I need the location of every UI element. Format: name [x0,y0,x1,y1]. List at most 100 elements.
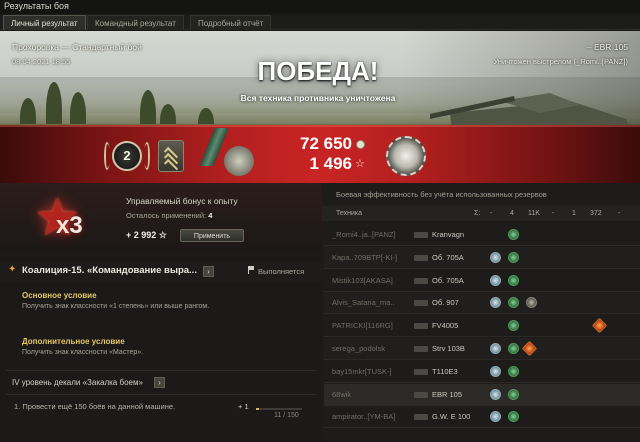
damage-assist-icon[interactable] [508,411,519,423]
battle-datetime: 08.04.2021 18:55 [12,57,71,66]
col-stat-4: - [552,210,555,217]
table-row[interactable]: Kapa..709BTP[-KI-] Об. 705А [324,246,640,269]
extra-condition-text: Получить знак классности «Мастер». [22,349,144,356]
gear-medal-icon[interactable] [386,136,426,176]
decal-title: IV уровень декали «Закалка боем» [12,378,143,387]
col-stat-3: 11K [528,210,540,217]
table-row[interactable]: PATRICKI[116RG] FV4005 [324,315,640,338]
extra-condition-title: Дополнительное условие [22,337,125,346]
rank-chevron-icon[interactable] [158,140,184,174]
bonus-value-text: + 2 992 [126,230,157,240]
table-row[interactable]: _Romi4..ja..[PANZ] Kranvagn [324,224,640,246]
tank-name: Strv 103B [432,344,465,353]
divider [6,394,316,395]
tank-icon [414,300,428,307]
col-stat-7: - [618,210,621,217]
damage-assist-icon[interactable] [508,251,519,263]
tank-icon [414,368,428,375]
table-row[interactable]: Alvis_Satana_ma.. Об. 907 [324,292,640,315]
damage-assist-icon[interactable] [508,274,519,286]
spotting-icon[interactable] [490,251,501,263]
tank-icon [414,391,428,398]
table-row[interactable]: 68wik EBR 105 [324,383,640,406]
task-progress-count: 11 / 150 [274,412,299,419]
tank-name: EBR 105 [432,389,463,399]
decal-open-button[interactable]: › [154,377,165,388]
col-stat-6: 372 [590,210,602,217]
tank-name: Kranvagn [432,230,465,239]
window-title: Результаты боя [4,1,69,11]
task-progress-fill [256,408,260,410]
achievement-medal-icon[interactable] [224,146,254,176]
damage-assist-icon[interactable] [508,343,519,354]
tab-team-result[interactable]: Командный результат [87,15,184,30]
damage-assist-icon[interactable] [508,320,519,332]
task-progress-bar [256,408,302,410]
damage-assist-icon[interactable] [508,229,519,240]
task-plus: + 1 [238,402,249,411]
spotting-icon[interactable] [490,274,501,286]
battle-results-window: Результаты боя Личный результат Командны… [0,0,640,442]
tab-detailed-report[interactable]: Подробный отчёт [190,15,272,30]
damage-assist-icon[interactable] [508,297,519,309]
bonus-value: + 2 992 ☆ [126,230,167,241]
damage-assist-icon[interactable] [508,388,519,400]
credits-icon [356,140,365,149]
battle-result-title: ПОБЕДА! [257,56,379,86]
blocked-icon[interactable] [526,297,537,309]
table-row[interactable]: serega_podolsk Strv 103B [324,338,640,360]
tank-icon [414,346,428,352]
tank-icon [414,323,428,330]
xp-star-icon: ☆ [355,158,365,170]
tank-name: T110E3 [432,366,458,376]
flag-icon [248,266,254,274]
table-row[interactable]: bay15mkr[TUSK-] T110E3 [324,361,640,383]
battle-result-subtitle: Вся техника противника уничтожена [240,93,396,103]
campaign-open-button[interactable]: › [203,266,214,277]
divider [6,370,316,371]
tank-name: FV4005 [432,321,459,331]
spotting-icon[interactable] [490,297,501,309]
campaign-title: Коалиция-15. «Командование выра... [22,265,197,276]
table-row[interactable]: ampirator..[YM-BA] G.W. E 100 [324,406,640,429]
tank-name: G.W. E 100 [432,412,471,422]
tank-icon [414,277,428,284]
campaign-star-icon: ✦ [8,264,17,275]
spotting-icon[interactable] [490,365,501,377]
damage-icon[interactable] [521,340,538,357]
table-row[interactable]: Mistik103[AKASA] Об. 705А [324,270,640,292]
tab-personal-result[interactable]: Личный результат [3,15,86,30]
tank-icon [414,414,428,421]
damage-assist-icon[interactable] [508,365,519,377]
bonus-remaining-label: Осталось применений: [126,211,207,220]
vehicle-name: – EBR 105 [586,42,628,52]
credits-earned: 72 650 [300,134,352,153]
spotting-icon[interactable] [490,388,501,400]
spotting-icon[interactable] [490,343,501,354]
bonus-remaining: Осталось применений: 4 [126,211,212,220]
spotting-icon[interactable] [490,411,501,423]
tank-name: Об. 705А [432,275,464,285]
col-sum: Σ: [474,210,481,217]
tab-bar: Личный результат Командный результат Под… [0,14,640,30]
tank-icon [414,254,428,261]
task-text: 1. Провести ещё 150 боёв на данной машин… [14,402,176,411]
laurel-left-icon [104,142,110,170]
bonus-remaining-value: 4 [208,211,213,220]
killed-by-label: Уничтожен выстрелом (_Romi..[PANZ]) [493,57,629,66]
campaign-status: Выполняется [258,267,305,276]
efficiency-title: Боевая эффективность без учёта использов… [336,190,547,199]
main-condition-title: Основное условие [22,291,97,300]
tank-name: Об. 907 [432,298,459,308]
map-mode-label: Прохоровка — Стандартный бой [12,42,142,52]
apply-bonus-button[interactable]: Применить [180,229,244,242]
tank-icon [414,232,428,238]
title-bar: Результаты боя [0,0,640,14]
xp-earned: 1 496 [309,154,352,173]
bonus-title: Управляемый бонус к опыту [126,196,238,206]
tank-name: Об. 705А [432,252,464,262]
mastery-class-badge[interactable]: 2 [112,141,142,171]
kill-icon[interactable] [591,317,608,334]
main-condition-text: Получить знак классности «1 степень» или… [22,303,210,310]
bonus-star-icon: ☆ [158,230,167,240]
